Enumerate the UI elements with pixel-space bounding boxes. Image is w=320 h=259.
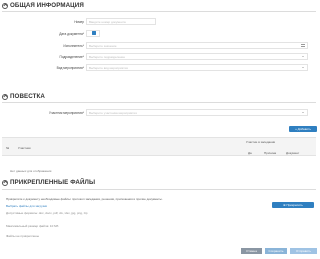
general-section-title: ОБЩАЯ ИНФОРМАЦИЯ	[10, 2, 84, 9]
calendar-icon[interactable]	[92, 31, 96, 35]
collapse-icon[interactable]	[2, 179, 8, 186]
collapse-icon[interactable]	[2, 93, 8, 100]
col-document: Документ	[286, 151, 300, 155]
attach-button-label: Прикрепить	[286, 203, 303, 207]
number-input[interactable]: Введите номер документа	[86, 18, 156, 25]
agenda-section-title: ПОВЕСТКА	[10, 93, 45, 100]
chevron-down-icon[interactable]	[302, 112, 304, 113]
files-section-header[interactable]: ПРИКРЕПЛЕННЫЕ ФАЙЛЫ	[2, 179, 95, 186]
choose-files-link[interactable]: Выбрать файлы для загрузки	[6, 204, 47, 208]
size-note: Максимальный размер файла: 10 Мб	[6, 224, 59, 228]
participant-select[interactable]: Выберите участника мероприятия	[86, 109, 308, 116]
chevron-down-icon[interactable]	[302, 67, 304, 68]
general-section-header[interactable]: ОБЩАЯ ИНФОРМАЦИЯ	[2, 2, 84, 9]
executor-select[interactable]: Выберите значение	[86, 42, 308, 49]
divider	[2, 102, 316, 103]
col-number: №	[6, 146, 10, 150]
files-section-title: ПРИКРЕПЛЕННЫЕ ФАЙЛЫ	[10, 179, 96, 186]
cancel-button[interactable]: Отмена	[241, 248, 262, 254]
event-type-select[interactable]: Выберите вид мероприятия	[86, 64, 308, 71]
submit-button[interactable]: Отправить	[290, 248, 317, 254]
save-button[interactable]: Сохранить	[265, 248, 287, 254]
empty-table-text: Нет данных для отображения	[10, 169, 52, 173]
chevron-down-icon[interactable]	[302, 56, 304, 57]
col-participant: Участник	[18, 146, 31, 150]
divider	[2, 11, 316, 12]
divider	[2, 189, 316, 190]
col-yes: Да	[248, 151, 252, 155]
event-type-label: Вид мероприятия*	[56, 66, 84, 70]
date-label: Дата документа*	[59, 32, 84, 36]
col-participation: Участие в заседании	[246, 140, 276, 144]
no-files-note: Файлы не прикреплены	[6, 234, 39, 238]
add-button[interactable]: + Добавить	[289, 126, 317, 132]
executor-label: Исполнитель*	[63, 44, 84, 48]
participant-label: Участник мероприятия*	[48, 111, 84, 115]
col-reason: Причина	[264, 151, 277, 155]
department-label: Подразделение*	[59, 55, 84, 59]
collapse-icon[interactable]	[2, 2, 8, 9]
attach-button[interactable]: ⊕ Прикрепить	[272, 202, 314, 208]
formats-note: Допустимые форматы: doc, docx, pdf, xls,…	[6, 211, 88, 215]
agenda-section-header[interactable]: ПОВЕСТКА	[2, 93, 45, 100]
add-button-label: Добавить	[297, 127, 311, 131]
files-hint: Прикрепите к документу необходимые файлы…	[6, 197, 163, 201]
number-label: Номер	[74, 20, 84, 24]
department-select[interactable]: Выберите подразделение	[86, 53, 308, 60]
list-icon[interactable]	[301, 44, 305, 47]
